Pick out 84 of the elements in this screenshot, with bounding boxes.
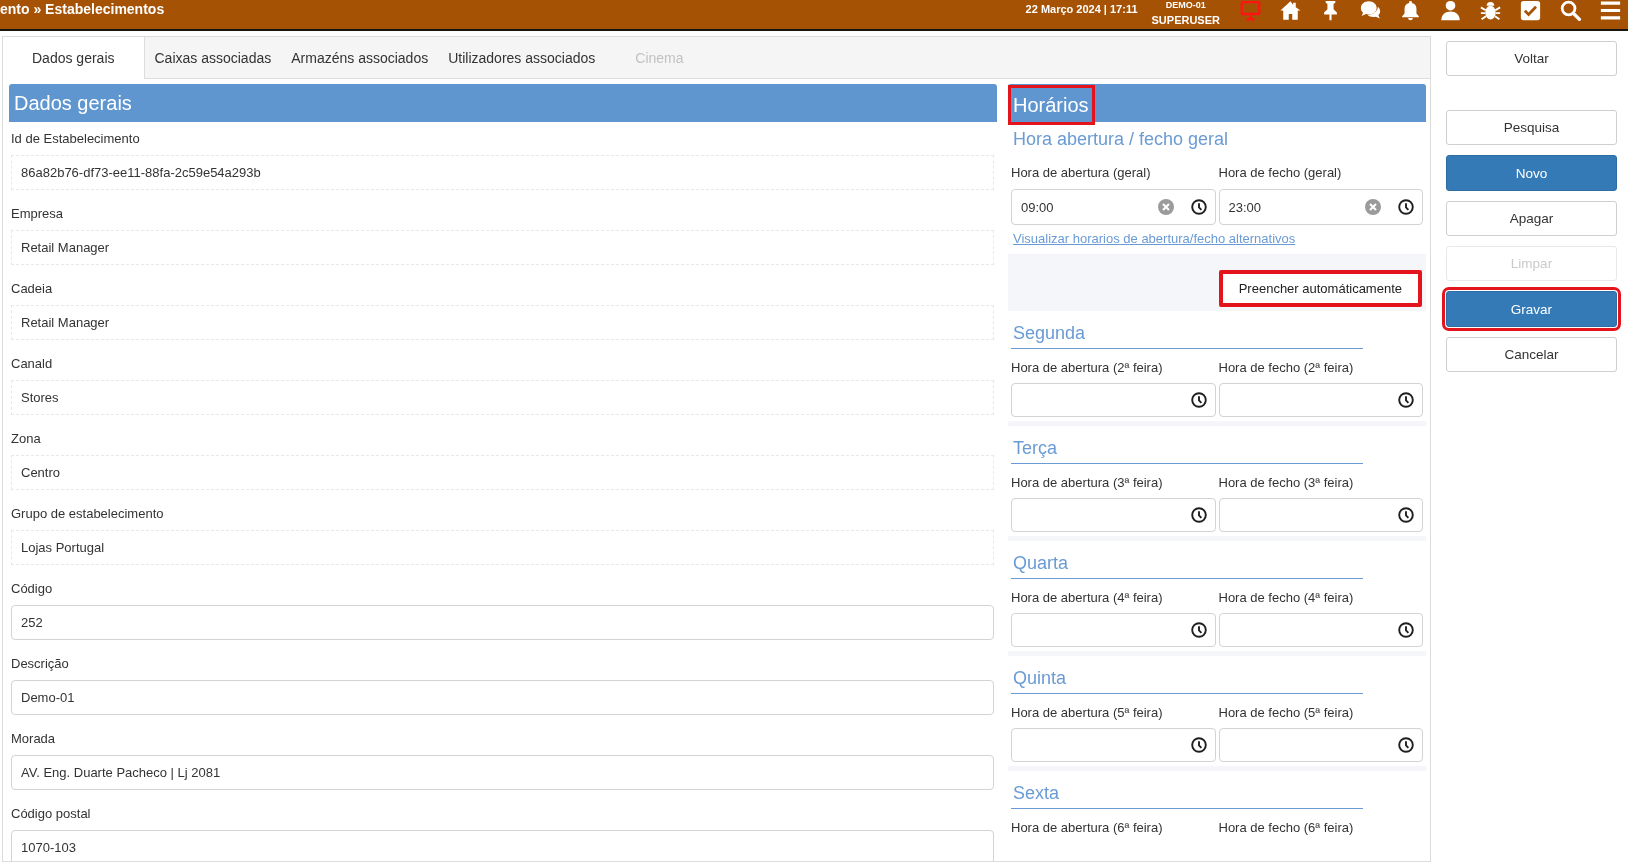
field-label: Código postal xyxy=(11,805,91,823)
time-input[interactable] xyxy=(1218,728,1423,762)
tab[interactable]: Utilizadores associados xyxy=(438,37,606,79)
clear-icon[interactable] xyxy=(1157,199,1174,215)
clock-icon[interactable] xyxy=(1398,199,1414,215)
action-button[interactable]: Cancelar xyxy=(1446,337,1617,372)
clock-icon[interactable] xyxy=(1190,392,1207,408)
field-label: Hora de abertura (3ª feira) xyxy=(1011,474,1163,492)
field-label: Código xyxy=(11,580,53,598)
field-label: Cadeia xyxy=(11,280,53,298)
time-input[interactable] xyxy=(1011,498,1216,532)
hours-heading: Hora abertura / fecho geral xyxy=(1012,128,1229,151)
time-input[interactable] xyxy=(1011,383,1216,417)
day-heading: Quarta xyxy=(1011,550,1363,579)
breadcrumb: ento » Estabelecimentos xyxy=(0,0,165,18)
clear-icon[interactable] xyxy=(1365,199,1381,215)
field-label: Hora de abertura (2ª feira) xyxy=(1011,359,1163,377)
field-label: Id de Estabelecimento xyxy=(11,130,140,148)
user-icon[interactable] xyxy=(1440,0,1461,21)
readonly-field: Centro xyxy=(11,455,994,490)
time-input[interactable] xyxy=(1011,613,1216,647)
field-label: Hora de abertura (4ª feira) xyxy=(1011,589,1163,607)
field-label: Hora de fecho (2ª feira) xyxy=(1218,359,1354,377)
time-input[interactable] xyxy=(1218,613,1423,647)
day-heading: Segunda xyxy=(1011,320,1363,349)
field-label: Grupo de estabelecimento xyxy=(11,505,164,523)
clock-icon[interactable] xyxy=(1398,622,1414,638)
autofill-button[interactable]: Preencher automáticamente xyxy=(1218,270,1422,307)
search-icon[interactable] xyxy=(1560,0,1581,21)
action-button[interactable]: Novo xyxy=(1446,155,1617,191)
day-heading: Quinta xyxy=(1011,665,1363,694)
tab[interactable]: Armazéns associados xyxy=(281,37,439,79)
tab[interactable]: Caixas associadas xyxy=(144,37,282,79)
text-input[interactable]: Demo-01 xyxy=(11,680,994,715)
section-title: Dados gerais xyxy=(13,91,133,116)
field-label: Hora de abertura (6ª feira) xyxy=(1011,819,1163,837)
clock-icon[interactable] xyxy=(1190,622,1207,638)
field-label: Descrição xyxy=(11,655,69,673)
day-heading: Sexta xyxy=(1011,780,1363,809)
account-label: DEMO-01 xyxy=(1165,0,1206,10)
home-icon[interactable] xyxy=(1280,0,1301,21)
field-label: Canald xyxy=(11,355,53,373)
text-input[interactable]: 252 xyxy=(11,605,994,640)
readonly-field: Lojas Portugal xyxy=(11,530,994,565)
readonly-field: Retail Manager xyxy=(11,230,994,265)
readonly-field: 86a82b76-df73-ee11-88fa-2c59e54a293b xyxy=(11,155,994,190)
time-input[interactable] xyxy=(1218,383,1423,417)
action-button[interactable]: Pesquisa xyxy=(1446,110,1617,145)
time-input[interactable]: 23:00 xyxy=(1218,189,1423,225)
field-label: Hora de fecho (6ª feira) xyxy=(1218,819,1354,837)
checkbox-icon[interactable] xyxy=(1520,0,1541,21)
field-label: Hora de abertura (5ª feira) xyxy=(1011,704,1163,722)
clock-icon[interactable] xyxy=(1190,737,1207,753)
day-heading: Terça xyxy=(1011,435,1363,464)
section-title: Horários xyxy=(1008,85,1095,125)
tab[interactable]: Dados gerais xyxy=(3,37,145,79)
clock-icon[interactable] xyxy=(1398,507,1414,523)
time-input[interactable] xyxy=(1218,498,1423,532)
readonly-field: Stores xyxy=(11,380,994,415)
clock-icon[interactable] xyxy=(1398,737,1414,753)
field-label: Hora de abertura (geral) xyxy=(1011,164,1151,182)
field-label: Hora de fecho (3ª feira) xyxy=(1218,474,1354,492)
back-button[interactable]: Voltar xyxy=(1446,41,1617,76)
text-input[interactable]: AV. Eng. Duarte Pacheco | Lj 2081 xyxy=(11,755,994,790)
bug-icon[interactable] xyxy=(1480,0,1501,21)
field-label: Hora de fecho (4ª feira) xyxy=(1218,589,1354,607)
time-input[interactable] xyxy=(1011,728,1216,762)
chat-icon[interactable] xyxy=(1360,0,1381,21)
field-label: Morada xyxy=(11,730,56,748)
bell-icon[interactable] xyxy=(1400,0,1421,21)
account-label: SUPERUSER xyxy=(1151,14,1220,27)
action-button[interactable]: Apagar xyxy=(1446,201,1617,236)
date-time: 22 Março 2024 | 17:11 xyxy=(1025,2,1138,17)
field-label: Empresa xyxy=(11,205,64,223)
readonly-field: Retail Manager xyxy=(11,305,994,340)
clock-icon[interactable] xyxy=(1190,507,1207,523)
field-label: Zona xyxy=(11,430,41,448)
field-label: Hora de fecho (geral) xyxy=(1218,164,1342,182)
clock-icon[interactable] xyxy=(1190,199,1207,215)
field-label: Hora de fecho (5ª feira) xyxy=(1218,704,1354,722)
time-input[interactable]: 09:00 xyxy=(1011,189,1216,225)
clock-icon[interactable] xyxy=(1398,392,1414,408)
text-input[interactable]: 1070-103 xyxy=(11,830,994,861)
menu-icon[interactable] xyxy=(1600,0,1621,21)
